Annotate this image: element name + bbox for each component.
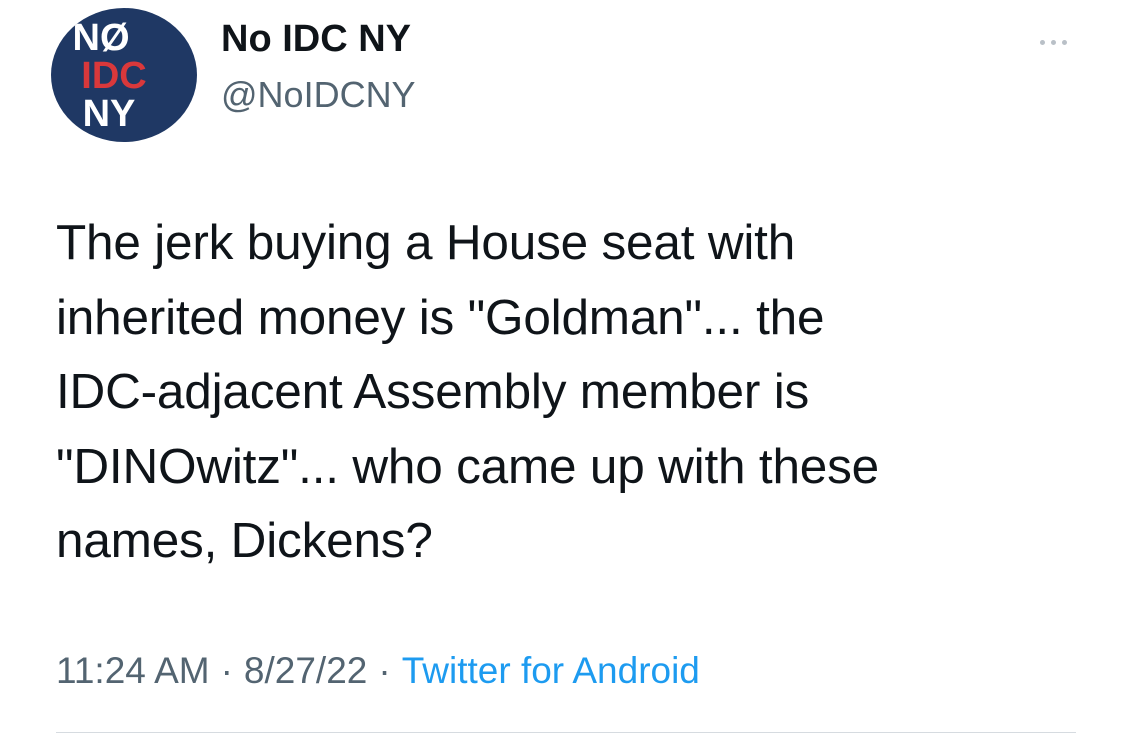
more-horizontal-icon (1037, 39, 1070, 45)
handle[interactable]: @NoIDCNY (221, 74, 416, 116)
divider (56, 732, 1076, 733)
tweet-source-link[interactable]: Twitter for Android (402, 650, 700, 692)
no-idc-ny-logo: NØ IDC NY (73, 17, 147, 135)
tweet-date[interactable]: 8/27/22 (244, 650, 367, 692)
meta-separator: · (220, 650, 233, 691)
tweet-text: The jerk buying a House seat with inheri… (56, 215, 879, 568)
avatar-line-1: NØ (73, 17, 130, 59)
avatar[interactable]: NØ IDC NY (51, 8, 197, 142)
tweet: NØ IDC NY No IDC NY @NoIDCNY The jerk bu… (0, 0, 1125, 737)
more-options-button[interactable] (1030, 30, 1076, 54)
tweet-time[interactable]: 11:24 AM (56, 650, 210, 692)
avatar-line-2: IDC (81, 55, 146, 97)
display-name[interactable]: No IDC NY (221, 18, 411, 61)
avatar-line-3: NY (83, 93, 136, 135)
tweet-meta: 11:24 AM · 8/27/22 · Twitter for Android (56, 650, 700, 692)
meta-separator: · (378, 650, 391, 691)
